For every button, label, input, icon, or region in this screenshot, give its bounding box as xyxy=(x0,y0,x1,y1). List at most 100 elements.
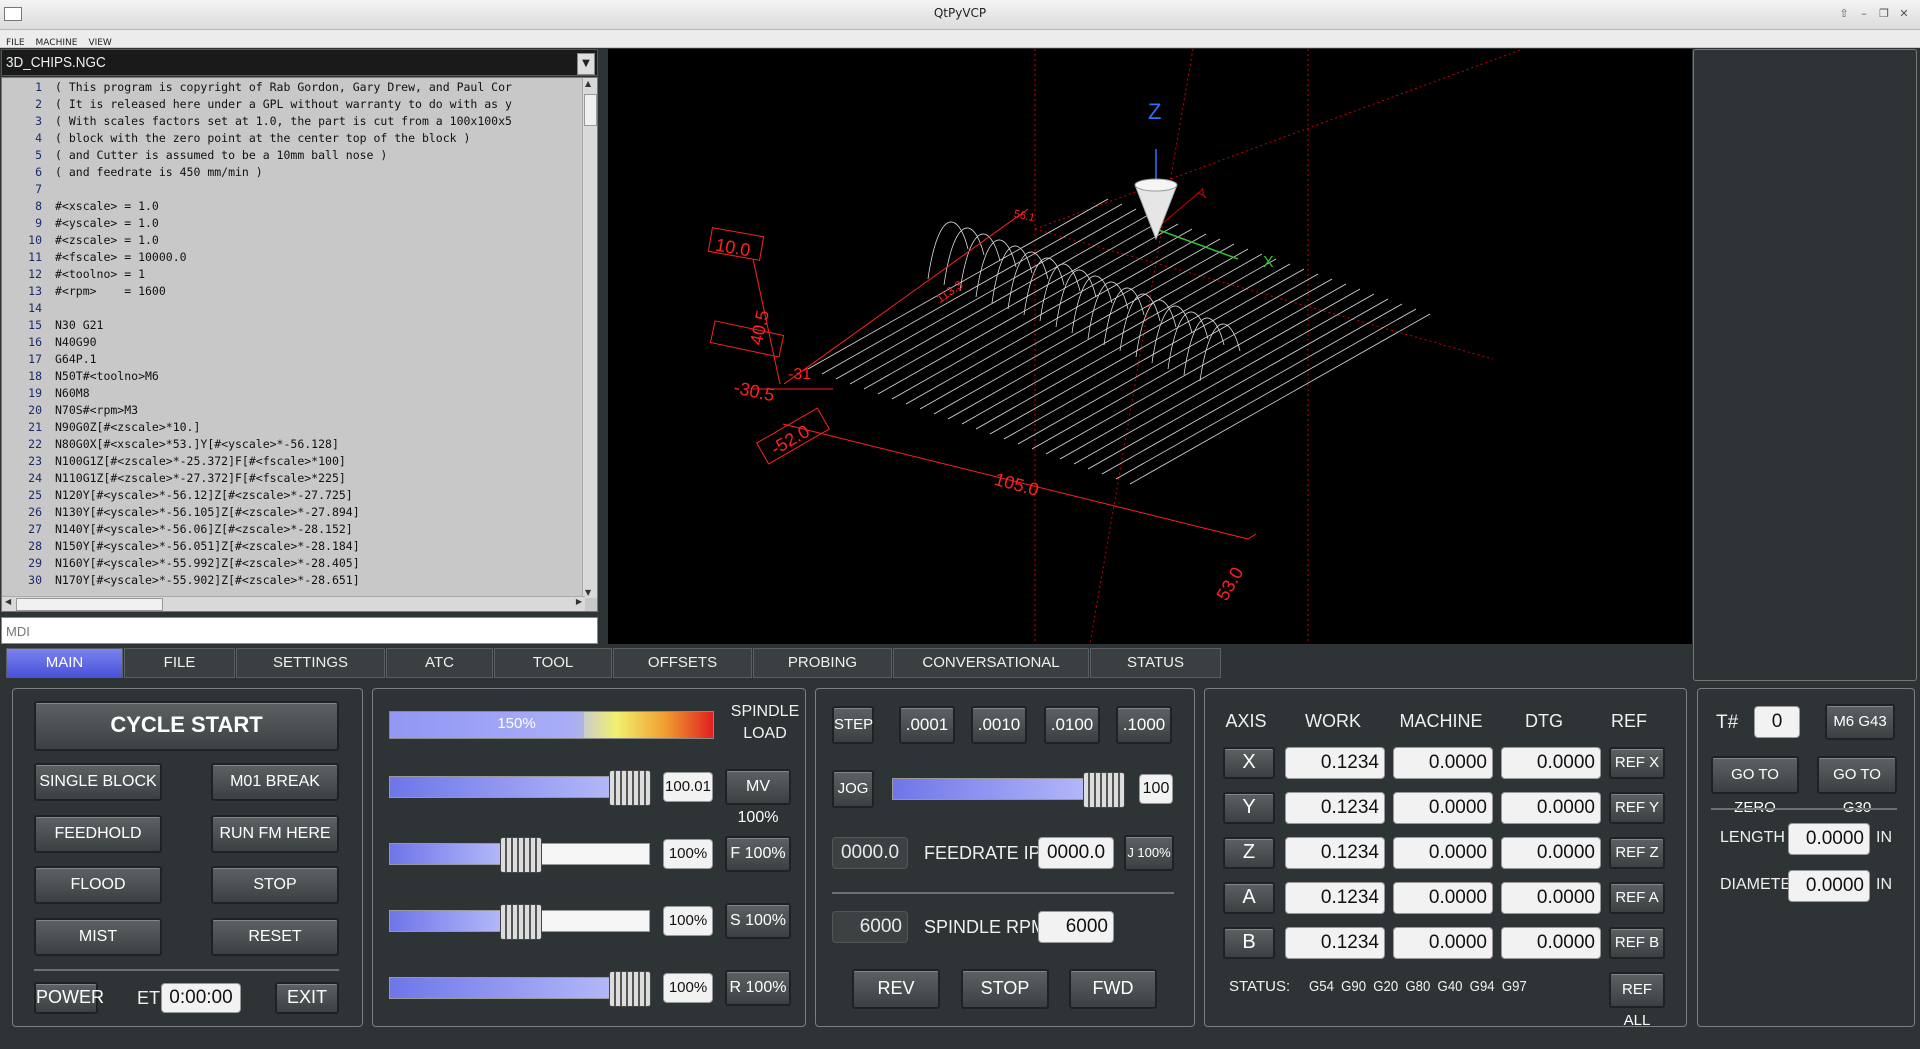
rapid-override-slider[interactable] xyxy=(389,971,651,1007)
go-to-g30-button[interactable]: GO TO G30 xyxy=(1817,756,1897,816)
code-line[interactable]: N100G1Z[#<zscale>*-25.372]F[#<fscale>*10… xyxy=(55,454,346,468)
axis-x-button[interactable]: X xyxy=(1223,747,1275,779)
m01-break-button[interactable]: M01 BREAK xyxy=(211,763,339,801)
code-line[interactable]: ( and feedrate is 450 mm/min ) xyxy=(55,165,263,179)
code-line[interactable]: N170Y[#<yscale>*-55.902]Z[#<zscale>*-28.… xyxy=(55,573,360,587)
menu-machine[interactable]: MACHINE xyxy=(30,35,83,48)
code-line[interactable]: #<yscale> = 1.0 xyxy=(55,216,159,230)
minimize-icon[interactable]: – xyxy=(1856,6,1872,22)
ref-y-button[interactable]: REF Y xyxy=(1609,792,1665,824)
code-line[interactable]: #<fscale> = 10000.0 xyxy=(55,250,187,264)
feed-override-reset-button[interactable]: F 100% xyxy=(725,836,791,872)
axis-b-button[interactable]: B xyxy=(1223,927,1275,959)
tab-main[interactable]: MAIN xyxy=(6,648,123,678)
feedrate-actual: 0000.0 xyxy=(832,837,908,869)
spindle-override-slider[interactable] xyxy=(389,904,650,940)
axis-y-button[interactable]: Y xyxy=(1223,792,1275,824)
code-line[interactable]: N130Y[#<yscale>*-56.105]Z[#<zscale>*-27.… xyxy=(55,505,360,519)
code-line[interactable]: ( and Cutter is assumed to be a 10mm bal… xyxy=(55,148,387,162)
code-line[interactable]: N90G0Z[#<zscale>*10.] xyxy=(55,420,200,434)
horizontal-scrollbar[interactable]: ◀ ▶ xyxy=(2,596,585,611)
dtg-x-value: 0.0000 xyxy=(1501,747,1601,779)
ref-z-button[interactable]: REF Z xyxy=(1609,837,1665,869)
go-to-zero-button[interactable]: GO TO ZERO xyxy=(1711,756,1799,816)
max-velocity-slider[interactable] xyxy=(389,770,651,806)
ref-x-button[interactable]: REF X xyxy=(1609,747,1665,779)
code-line[interactable]: ( With scales factors set at 1.0, the pa… xyxy=(55,114,512,128)
code-line[interactable]: ( This program is copyright of Rab Gordo… xyxy=(55,80,512,94)
feed-override-slider[interactable] xyxy=(389,837,650,873)
cycle-start-button[interactable]: CYCLE START xyxy=(34,701,339,751)
increment-0010-button[interactable]: .0010 xyxy=(971,706,1027,744)
code-line[interactable]: G64P.1 xyxy=(55,352,97,366)
feedhold-button[interactable]: FEEDHOLD xyxy=(34,815,162,853)
max-velocity-reset-button[interactable]: MV 100% xyxy=(725,769,791,826)
stop-button[interactable]: STOP xyxy=(211,866,339,904)
gcode-viewer[interactable]: 10.0 40.5 -30.5 -52.0 105.0 53.0 113.3 5… xyxy=(608,48,1692,645)
spindle-stop-button[interactable]: STOP xyxy=(961,969,1049,1009)
step-button[interactable]: STEP xyxy=(832,706,874,744)
rapid-override-reset-button[interactable]: R 100% xyxy=(725,970,791,1006)
mist-button[interactable]: MIST xyxy=(34,918,162,956)
tab-file[interactable]: FILE xyxy=(124,648,235,678)
y-axis-label: Y xyxy=(1194,185,1212,204)
code-line[interactable]: #<xscale> = 1.0 xyxy=(55,199,159,213)
code-line[interactable]: N110G1Z[#<zscale>*-27.372]F[#<fscale>*22… xyxy=(55,471,346,485)
code-line[interactable]: #<zscale> = 1.0 xyxy=(55,233,159,247)
close-icon[interactable]: ✕ xyxy=(1896,6,1912,22)
increment-0100-button[interactable]: .0100 xyxy=(1044,706,1100,744)
file-select[interactable]: 3D_CHIPS.NGC ▼ xyxy=(1,49,598,76)
tool-number-field[interactable]: 0 xyxy=(1754,706,1800,738)
tab-offsets[interactable]: OFFSETS xyxy=(613,648,752,678)
code-line[interactable]: #<toolno> = 1 xyxy=(55,267,145,281)
code-line[interactable]: N70S#<rpm>M3 xyxy=(55,403,138,417)
power-button[interactable]: POWER xyxy=(34,982,104,1014)
tab-tool[interactable]: TOOL xyxy=(494,648,612,678)
tab-status[interactable]: STATUS xyxy=(1090,648,1221,678)
single-block-button[interactable]: SINGLE BLOCK xyxy=(34,763,162,801)
reset-button[interactable]: RESET xyxy=(211,918,339,956)
code-line[interactable]: N120Y[#<yscale>*-56.12]Z[#<zscale>*-27.7… xyxy=(55,488,353,502)
ref-b-button[interactable]: REF B xyxy=(1609,927,1665,959)
tab-atc[interactable]: ATC xyxy=(386,648,493,678)
mdi-input[interactable] xyxy=(2,618,588,644)
spindle-reverse-button[interactable]: REV xyxy=(852,969,940,1009)
increment-1000-button[interactable]: .1000 xyxy=(1116,706,1172,744)
code-line[interactable]: #<rpm> = 1600 xyxy=(55,284,166,298)
jog-speed-slider[interactable] xyxy=(892,772,1125,808)
tab-conversational[interactable]: CONVERSATIONAL xyxy=(893,648,1089,678)
spindle-override-reset-button[interactable]: S 100% xyxy=(725,903,791,939)
menu-file[interactable]: FILE xyxy=(0,35,30,48)
code-line[interactable]: ( It is released here under a GPL withou… xyxy=(55,97,512,111)
code-line[interactable]: N140Y[#<yscale>*-56.06]Z[#<zscale>*-28.1… xyxy=(55,522,353,536)
ref-a-button[interactable]: REF A xyxy=(1609,882,1665,914)
code-line[interactable]: N40G90 xyxy=(55,335,97,349)
exit-button[interactable]: EXIT xyxy=(275,982,339,1014)
jog-button[interactable]: JOG xyxy=(832,770,874,808)
gcode-editor[interactable]: 1 2 3 4 5 6 7 8 9 10 11 12 13 14 15 16 17 18 19 20 21 22 23 24 2… xyxy=(1,77,598,612)
run-from-here-button[interactable]: RUN FM HERE xyxy=(211,815,339,853)
code-line[interactable]: N60M8 xyxy=(55,386,90,400)
vertical-scrollbar[interactable]: ▲ ▼ xyxy=(582,78,597,598)
code-line[interactable]: N160Y[#<yscale>*-55.992]Z[#<zscale>*-28.… xyxy=(55,556,360,570)
axis-a-button[interactable]: A xyxy=(1223,882,1275,914)
m6-g43-button[interactable]: M6 G43 xyxy=(1825,704,1895,740)
code-line[interactable]: N80G0X[#<xscale>*53.]Y[#<yscale>*-56.128… xyxy=(55,437,339,451)
flood-button[interactable]: FLOOD xyxy=(34,866,162,904)
maximize-icon[interactable]: ❐ xyxy=(1876,6,1892,22)
code-line[interactable]: N50T#<toolno>M6 xyxy=(55,369,159,383)
menu-view[interactable]: VIEW xyxy=(82,35,116,48)
shade-icon[interactable]: ⇧ xyxy=(1836,6,1852,22)
tab-probing[interactable]: PROBING xyxy=(753,648,892,678)
code-line[interactable]: ( block with the zero point at the cente… xyxy=(55,131,470,145)
chevron-down-icon[interactable]: ▼ xyxy=(577,53,595,75)
dim-label: 56.1 xyxy=(1013,208,1036,224)
spindle-forward-button[interactable]: FWD xyxy=(1069,969,1157,1009)
axis-z-button[interactable]: Z xyxy=(1223,837,1275,869)
tab-settings[interactable]: SETTINGS xyxy=(236,648,385,678)
jog-override-reset-button[interactable]: J 100% xyxy=(1124,835,1174,871)
ref-all-button[interactable]: REF ALL xyxy=(1609,972,1665,1029)
increment-0001-button[interactable]: .0001 xyxy=(899,706,955,744)
code-line[interactable]: N30 G21 xyxy=(55,318,103,332)
code-line[interactable]: N150Y[#<yscale>*-56.051]Z[#<zscale>*-28.… xyxy=(55,539,360,553)
